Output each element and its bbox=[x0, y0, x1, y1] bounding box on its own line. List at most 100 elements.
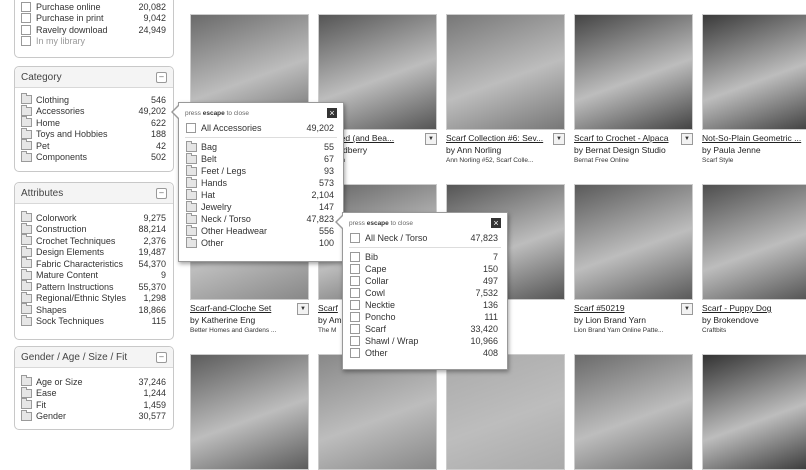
filter-option[interactable]: Hands 573 bbox=[179, 176, 343, 189]
filter-option[interactable]: Scarf 33,420 bbox=[343, 323, 507, 335]
pattern-card[interactable] bbox=[446, 354, 565, 470]
pattern-designer[interactable]: by Brokendove bbox=[702, 315, 806, 325]
filter-option[interactable]: Components 502 bbox=[15, 150, 173, 164]
filter-option[interactable]: Purchase online 20,082 bbox=[15, 1, 173, 13]
filter-option[interactable]: Other 100 bbox=[179, 236, 343, 249]
pattern-card[interactable] bbox=[702, 354, 806, 470]
checkbox[interactable] bbox=[350, 264, 360, 274]
checkbox[interactable] bbox=[186, 123, 196, 133]
filter-option[interactable]: Pattern Instructions 55,370 bbox=[15, 280, 173, 293]
pattern-card[interactable] bbox=[190, 354, 309, 470]
gender-header[interactable]: Gender / Age / Size / Fit – bbox=[15, 347, 173, 368]
pattern-title-link[interactable]: Scarf Collection #6: Sev... bbox=[446, 133, 551, 143]
pattern-title-link[interactable]: Scarf #50219 bbox=[574, 303, 679, 313]
card-menu-dropdown[interactable]: ▼ bbox=[681, 303, 693, 315]
filter-option[interactable]: Pet 42 bbox=[15, 139, 173, 152]
pattern-thumbnail[interactable] bbox=[446, 354, 565, 470]
checkbox[interactable] bbox=[350, 312, 360, 322]
filter-option[interactable]: Feet / Legs 93 bbox=[179, 164, 343, 177]
pattern-thumbnail[interactable] bbox=[190, 354, 309, 470]
pattern-designer[interactable]: by Paula Jenne bbox=[702, 145, 806, 155]
filter-option[interactable]: Regional/Ethnic Styles 1,298 bbox=[15, 291, 173, 305]
filter-option[interactable]: Crochet Techniques 2,376 bbox=[15, 234, 173, 247]
filter-option[interactable]: Design Elements 19,487 bbox=[15, 245, 173, 259]
filter-option[interactable]: Bag 55 bbox=[179, 140, 343, 153]
checkbox[interactable] bbox=[350, 288, 360, 298]
pattern-card[interactable]: Scarf to Crochet - Alpaca ▼ by Bernat Desi… bbox=[574, 14, 693, 164]
filter-option[interactable]: Other 408 bbox=[343, 347, 507, 359]
collapse-icon[interactable]: – bbox=[156, 187, 167, 199]
pattern-card[interactable]: Scarf Collection #6: Sev... ▼ by Ann Norli… bbox=[446, 14, 565, 164]
pattern-card[interactable]: Scarf #50219 ▼ by Lion Brand Yarn Lion Bran… bbox=[574, 184, 693, 334]
pattern-designer[interactable]: by Katherine Eng bbox=[190, 315, 309, 325]
filter-option[interactable]: In my library bbox=[15, 36, 173, 48]
pattern-thumbnail[interactable] bbox=[702, 354, 806, 470]
close-icon[interactable]: × bbox=[327, 108, 337, 118]
checkbox[interactable] bbox=[21, 13, 31, 24]
pattern-card[interactable] bbox=[318, 354, 437, 470]
checkbox[interactable] bbox=[21, 24, 31, 35]
filter-option[interactable]: Shapes 18,866 bbox=[15, 303, 173, 316]
filter-option[interactable]: Toys and Hobbies 188 bbox=[15, 127, 173, 141]
all-accessories-option[interactable]: All Accessories 49,202 bbox=[179, 122, 343, 134]
attributes-header[interactable]: Attributes – bbox=[15, 183, 173, 204]
filter-option[interactable]: Construction 88,214 bbox=[15, 222, 173, 236]
filter-option[interactable]: Poncho 111 bbox=[343, 311, 507, 323]
filter-option[interactable]: Jewelry 147 bbox=[179, 200, 343, 213]
filter-option[interactable]: Accessories 49,202 bbox=[15, 104, 173, 118]
filter-option[interactable]: Colorwork 9,275 bbox=[15, 211, 173, 224]
pattern-card[interactable]: Scarf - Puppy Dog▼by Brokendove Craftbits bbox=[702, 184, 806, 334]
filter-option[interactable]: Collar 497 bbox=[343, 275, 507, 287]
filter-option[interactable]: Other Headwear 556 bbox=[179, 224, 343, 237]
filter-option[interactable]: Belt 67 bbox=[179, 152, 343, 165]
pattern-title-link[interactable]: Scarf-and-Cloche Set bbox=[190, 303, 295, 313]
pattern-thumbnail[interactable] bbox=[574, 184, 693, 300]
pattern-card[interactable] bbox=[574, 354, 693, 470]
pattern-title-link[interactable]: Scarf to Crochet - Alpaca bbox=[574, 133, 679, 143]
pattern-designer[interactable]: by Ann Norling bbox=[446, 145, 565, 155]
checkbox[interactable] bbox=[350, 324, 360, 334]
pattern-card[interactable]: Not-So-Plain Geometric ...▼by Paula Jenn… bbox=[702, 14, 806, 164]
filter-option[interactable]: Age or Size 37,246 bbox=[15, 375, 173, 388]
filter-option[interactable]: Necktie 136 bbox=[343, 299, 507, 311]
all-neck-torso-option[interactable]: All Neck / Torso 47,823 bbox=[343, 232, 507, 244]
checkbox[interactable] bbox=[350, 300, 360, 310]
filter-option[interactable]: Cowl 7,532 bbox=[343, 287, 507, 299]
filter-option[interactable]: Bib 7 bbox=[343, 251, 507, 263]
checkbox[interactable] bbox=[350, 348, 360, 358]
pattern-designer[interactable]: by Bernat Design Studio bbox=[574, 145, 693, 155]
collapse-icon[interactable]: – bbox=[156, 71, 167, 83]
card-menu-dropdown[interactable]: ▼ bbox=[553, 133, 565, 145]
pattern-thumbnail[interactable] bbox=[702, 184, 806, 300]
pattern-thumbnail[interactable] bbox=[574, 14, 693, 130]
filter-option[interactable]: Fabric Characteristics 54,370 bbox=[15, 257, 173, 270]
filter-option[interactable]: Ravelry download 24,949 bbox=[15, 24, 173, 36]
filter-option[interactable]: Cape 150 bbox=[343, 263, 507, 275]
pattern-thumbnail[interactable] bbox=[446, 14, 565, 130]
pattern-designer[interactable]: by Lion Brand Yarn bbox=[574, 315, 693, 325]
filter-option[interactable]: Gender 30,577 bbox=[15, 409, 173, 423]
filter-option[interactable]: Home 622 bbox=[15, 116, 173, 129]
filter-option[interactable]: Neck / Torso 47,823 bbox=[179, 212, 343, 225]
filter-option[interactable]: Sock Techniques 115 bbox=[15, 314, 173, 328]
checkbox[interactable] bbox=[350, 336, 360, 346]
checkbox[interactable] bbox=[21, 1, 31, 12]
filter-option[interactable]: Hat 2,104 bbox=[179, 188, 343, 201]
filter-option[interactable]: Purchase in print 9,042 bbox=[15, 13, 173, 25]
checkbox[interactable] bbox=[350, 276, 360, 286]
pattern-title-link[interactable]: Scarf - Puppy Dog bbox=[702, 303, 806, 313]
close-icon[interactable]: × bbox=[491, 218, 501, 228]
filter-option[interactable]: Fit 1,459 bbox=[15, 398, 173, 411]
pattern-thumbnail[interactable] bbox=[702, 14, 806, 130]
filter-option[interactable]: Ease 1,244 bbox=[15, 386, 173, 400]
filter-option[interactable]: Shawl / Wrap 10,966 bbox=[343, 335, 507, 347]
card-menu-dropdown[interactable]: ▼ bbox=[297, 303, 309, 315]
filter-option[interactable]: Clothing 546 bbox=[15, 93, 173, 106]
pattern-thumbnail[interactable] bbox=[318, 354, 437, 470]
card-menu-dropdown[interactable]: ▼ bbox=[425, 133, 437, 145]
category-header[interactable]: Category – bbox=[15, 67, 173, 88]
pattern-thumbnail[interactable] bbox=[574, 354, 693, 470]
checkbox[interactable] bbox=[21, 36, 31, 47]
checkbox[interactable] bbox=[350, 252, 360, 262]
card-menu-dropdown[interactable]: ▼ bbox=[681, 133, 693, 145]
